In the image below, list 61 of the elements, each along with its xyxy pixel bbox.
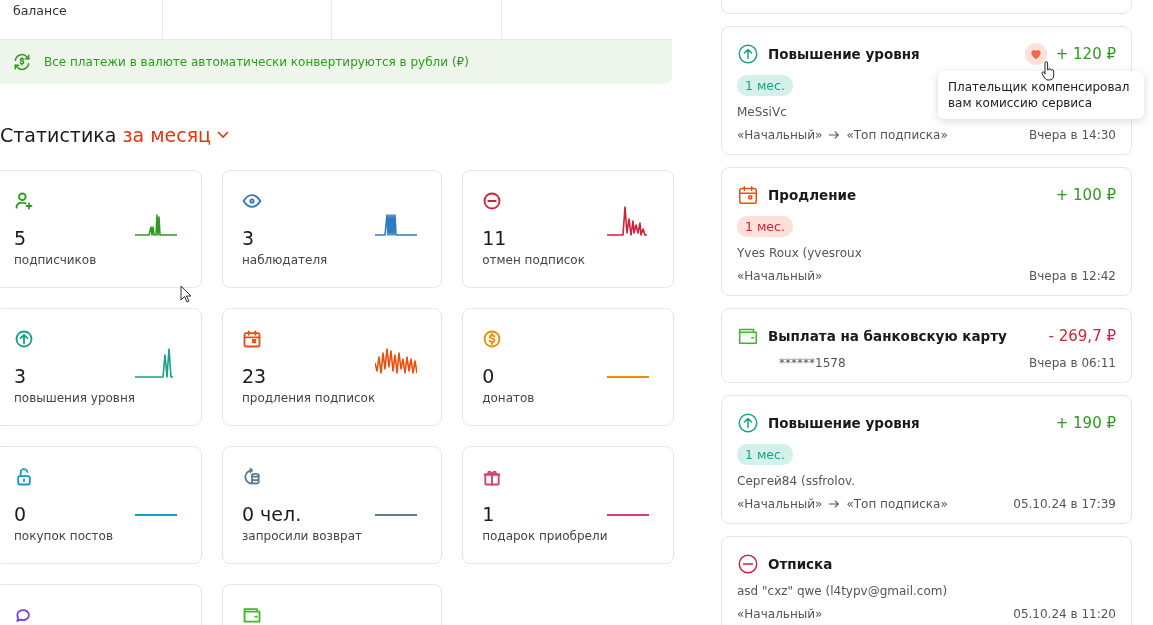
stat-value: 0 чел.: [242, 503, 303, 525]
payer-name: MeSsiVc: [737, 105, 787, 119]
stat-label: отмен подписок: [482, 253, 585, 267]
transaction-time: Вчера в 14:30: [1029, 128, 1116, 142]
period-dropdown[interactable]: за месяц: [122, 124, 229, 146]
chevron-down-icon: [217, 131, 229, 139]
stat-value: 0: [14, 503, 28, 525]
notice-text: Все платежи в валюте автоматически конвертируются в рубли (₽): [44, 55, 469, 69]
transaction-time: Вчера в 06:11: [1029, 356, 1116, 370]
balance-cell: балансе: [0, 0, 163, 39]
amount: + 190 ₽: [1055, 414, 1116, 432]
plan-name: «Начальный»: [737, 497, 823, 511]
currency-exchange-icon: [12, 52, 32, 72]
upgrade-icon: [737, 412, 759, 434]
transaction-title: Отписка: [768, 556, 833, 572]
amount: + 120 ₽: [1055, 45, 1116, 63]
tooltip: Плательщик компенсировал вам комиссию сервиса: [938, 71, 1144, 119]
plan-name: «Топ подписка»: [846, 497, 948, 511]
stat-label: наблюдателя: [242, 253, 328, 267]
payer-name: asd "cxz" qwe (l4typv@gmail.com): [737, 584, 948, 598]
plan-name: «Начальный»: [737, 128, 823, 142]
cursor-icon: [180, 285, 192, 303]
stat-label: покупок постов: [14, 529, 113, 543]
stat-label: запросили возврат: [242, 529, 363, 543]
transaction-time: 05.10.24 в 11:20: [1013, 607, 1116, 621]
transaction-title: Выплата на банковскую карту: [768, 328, 1007, 344]
duration-badge: 1 мес.: [737, 75, 793, 96]
payer-name: Yves Roux (yvesroux: [737, 246, 862, 260]
section-title: Статистика: [0, 124, 117, 146]
amount: - 269,7 ₽: [1048, 327, 1116, 345]
amount: + 100 ₽: [1055, 186, 1116, 204]
transaction-title: Повышение уровня: [768, 415, 920, 431]
transaction-time: Вчера в 12:42: [1029, 269, 1116, 283]
stat-value: 5: [14, 227, 28, 249]
stat-label: продления подписок: [242, 391, 376, 405]
stat-value: 1: [482, 503, 496, 525]
arrow-right-icon: [828, 130, 841, 140]
transaction-time: 05.10.24 в 17:39: [1013, 497, 1116, 511]
stat-value: 0: [482, 365, 496, 387]
duration-badge: 1 мес.: [737, 444, 793, 465]
stat-label: донатов: [482, 391, 535, 405]
hand-cursor-icon: [1041, 61, 1055, 81]
duration-badge: 1 мес.: [737, 216, 793, 237]
stat-value: 3: [14, 365, 28, 387]
upgrade-icon: [737, 43, 759, 65]
unsubscribe-icon: [737, 553, 759, 575]
plan-name: «Начальный»: [737, 269, 823, 283]
transaction-title: Продление: [768, 187, 857, 203]
arrow-right-icon: [828, 499, 841, 509]
card-number: ******1578: [779, 356, 846, 370]
stat-value: 23: [242, 365, 268, 387]
plan-name: «Топ подписка»: [846, 128, 948, 142]
stat-value: 11: [482, 227, 508, 249]
stat-label: повышения уровня: [14, 391, 135, 405]
renewal-icon: [737, 184, 759, 206]
transaction-title: Повышение уровня: [768, 46, 920, 62]
stat-label: подписчиков: [14, 253, 97, 267]
stat-value: 3: [242, 227, 256, 249]
stat-label: подарок приобрели: [482, 529, 608, 543]
payer-name: Сергей84 (ssfrolov.: [737, 474, 856, 488]
plan-name: «Начальный»: [737, 607, 823, 621]
